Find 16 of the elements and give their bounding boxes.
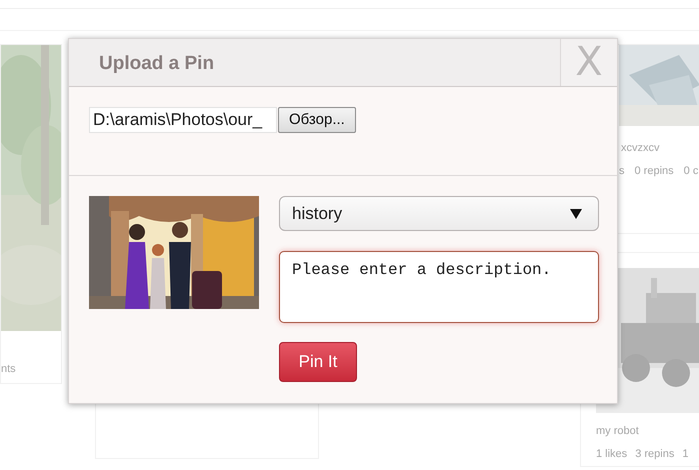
browse-button[interactable]: Обзор... (278, 107, 356, 133)
dropdown-arrow-icon (570, 208, 582, 218)
pin-title: my robot (596, 424, 640, 439)
pin-it-button[interactable]: Pin It (279, 342, 357, 382)
pin-stat: 0 c (684, 164, 698, 178)
description-field[interactable]: Please enter a description. (279, 251, 599, 323)
pin-stat: 1 (682, 446, 688, 462)
pin-stat: 1 likes (596, 446, 628, 462)
pin-title: xcvzxcv (621, 141, 660, 156)
pin-stat: nts (1, 362, 16, 377)
pin-stat: 0 repins (634, 164, 674, 178)
dialog-title: Upload a Pin (99, 52, 216, 76)
pin-stat: s (619, 164, 624, 178)
pin-stat: 3 repins (635, 446, 674, 462)
board-dropdown[interactable]: history (279, 196, 599, 231)
file-path-field[interactable]: D:\aramis\Photos\our_ (89, 107, 277, 133)
